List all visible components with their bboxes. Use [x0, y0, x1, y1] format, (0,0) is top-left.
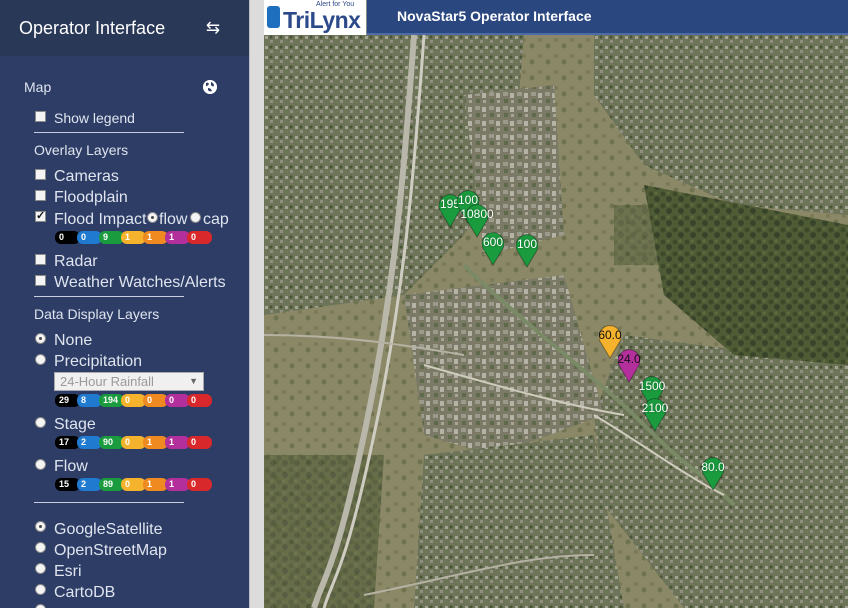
stage-radio[interactable]: [35, 417, 46, 428]
map-label: Map: [24, 79, 52, 95]
flow-label: Flow: [54, 458, 88, 475]
flood-impact-flow-radio[interactable]: [147, 212, 158, 223]
satellite-imagery: [264, 35, 848, 608]
precipitation-label: Precipitation: [54, 353, 143, 370]
divider-line: [34, 296, 184, 297]
divider-line: [34, 502, 184, 503]
map-marker-label: 80.0: [701, 460, 725, 474]
radar-label: Radar: [54, 253, 98, 270]
divider-line: [34, 132, 184, 133]
map-marker-label: 2100: [641, 401, 669, 415]
stage-label: Stage: [54, 416, 96, 433]
cameras-label: Cameras: [54, 168, 119, 185]
badge-red: 0: [187, 231, 212, 244]
chevron-down-icon: ▼: [189, 376, 198, 386]
map-view[interactable]: 195 100 10800 600 100 60.0 24.0 1500 2100 80.0: [264, 35, 848, 608]
basemap-osm-label: OpenStreetMap: [54, 542, 167, 559]
weather-alerts-label: Weather Watches/Alerts: [54, 274, 226, 291]
map-marker[interactable]: 2100: [641, 398, 669, 432]
trilynx-logo: Alert for You TriLynx: [264, 0, 367, 35]
flood-impact-flow-label: flow: [159, 211, 188, 228]
flood-impact-cap-label: cap: [203, 211, 229, 228]
sidebar-resize-handle[interactable]: [249, 0, 264, 608]
basemap-osm-radio[interactable]: [35, 542, 46, 553]
map-marker[interactable]: 80.0: [701, 457, 725, 491]
logo-mark-icon: [267, 6, 280, 28]
map-marker-label: 1500: [638, 379, 666, 393]
map-marker-label: 60.0: [598, 328, 622, 342]
basemap-cartodb-radio[interactable]: [35, 584, 46, 595]
badge-red: 0: [187, 436, 212, 449]
map-marker[interactable]: 24.0: [617, 349, 641, 383]
show-legend-label: Show legend: [54, 110, 135, 126]
sidebar-header: Operator Interface ⇆: [0, 0, 249, 56]
overlay-layers-header: Overlay Layers: [34, 142, 129, 158]
badge-red: 0: [187, 394, 212, 407]
flow-badges: 15 2 89 0 1 1 0: [55, 478, 212, 491]
map-marker-label: 100: [516, 237, 538, 251]
stage-badges: 17 2 90 0 1 1 0: [55, 436, 212, 449]
flow-radio[interactable]: [35, 459, 46, 470]
badge-red: 0: [187, 478, 212, 491]
map-marker-label: 600: [482, 235, 504, 249]
flood-impact-checkbox[interactable]: [35, 209, 46, 222]
weather-alerts-checkbox[interactable]: [35, 275, 46, 286]
rainfall-period-value: 24-Hour Rainfall: [60, 374, 154, 389]
rainfall-period-select[interactable]: 24-Hour Rainfall ▼: [54, 372, 204, 391]
show-legend-checkbox[interactable]: [35, 111, 46, 122]
floodplain-checkbox[interactable]: [35, 190, 46, 201]
map-marker[interactable]: 600: [482, 232, 504, 266]
sidebar-title: Operator Interface: [19, 17, 166, 38]
basemap-esri-label: Esri: [54, 563, 82, 580]
floodplain-label: Floodplain: [54, 189, 128, 206]
data-none-label: None: [54, 332, 93, 349]
logo-text: TriLynx: [283, 7, 361, 33]
globe-icon[interactable]: [203, 80, 217, 94]
basemap-esri-radio[interactable]: [35, 563, 46, 574]
swap-arrows-icon[interactable]: ⇆: [203, 19, 223, 37]
flood-impact-cap-radio[interactable]: [190, 212, 201, 223]
basemap-google-radio[interactable]: [35, 521, 46, 532]
top-bar: Alert for You TriLynx NovaStar5 Operator…: [264, 0, 848, 35]
flood-impact-badges: 0 0 9 1 1 1 0: [55, 231, 212, 244]
precipitation-radio[interactable]: [35, 354, 46, 365]
basemap-cartodb-label: CartoDB: [54, 584, 116, 601]
data-none-radio[interactable]: [35, 333, 46, 344]
flood-impact-label: Flood Impact: [54, 211, 147, 228]
basemap-more-radio[interactable]: [35, 604, 46, 608]
map-marker-label: 24.0: [617, 352, 641, 366]
radar-checkbox[interactable]: [35, 254, 46, 265]
app-title: NovaStar5 Operator Interface: [397, 8, 592, 24]
data-display-header: Data Display Layers: [34, 306, 160, 322]
cameras-checkbox[interactable]: [35, 169, 46, 180]
precipitation-badges: 29 8 194 0 0 0 0: [55, 394, 212, 407]
basemap-google-label: GoogleSatellite: [54, 521, 163, 538]
sidebar: Operator Interface ⇆ Map Show legend Ove…: [0, 0, 249, 608]
map-marker[interactable]: 100: [516, 234, 538, 268]
map-marker-label: 10800: [460, 207, 494, 221]
